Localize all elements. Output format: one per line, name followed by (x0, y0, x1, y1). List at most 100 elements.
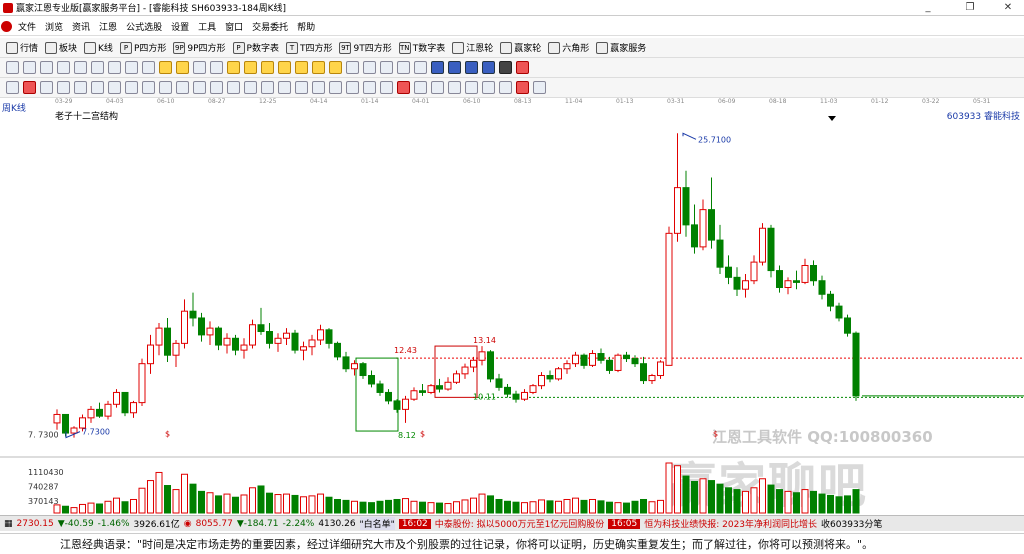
gann-tool-28-icon[interactable] (465, 81, 478, 94)
window-icon[interactable] (516, 61, 529, 74)
gann-tool-1-icon[interactable] (6, 81, 19, 94)
toolbar-10-button[interactable]: 赢家轮 (500, 41, 541, 54)
menu-window[interactable]: 窗口 (225, 20, 243, 33)
toolbar-6-button[interactable]: T T四方形 (285, 41, 332, 54)
zoom-in-icon[interactable] (23, 61, 36, 74)
gann-tool-11-icon[interactable] (176, 81, 189, 94)
gann-tool-17-icon[interactable] (278, 81, 291, 94)
gann-tool-29-icon[interactable] (482, 81, 495, 94)
crosshair-tool-icon[interactable] (363, 61, 376, 74)
menu-file[interactable]: 文件 (18, 20, 36, 33)
gann-tool-14-icon[interactable] (227, 81, 240, 94)
channel-tool-icon[interactable] (91, 61, 104, 74)
whitelist-tag[interactable]: "白名单" (359, 517, 395, 530)
gann-tool-23-icon[interactable] (380, 81, 393, 94)
gann-tool-15-icon[interactable] (244, 81, 257, 94)
gann-tool-2-icon[interactable] (23, 81, 36, 94)
gann-tool-27-icon[interactable] (448, 81, 461, 94)
toolbar-7-button[interactable]: 9T 9T四方形 (339, 41, 392, 54)
play-forward-icon[interactable] (210, 61, 223, 74)
gann-tool-20-icon[interactable] (329, 81, 342, 94)
calendar-icon[interactable] (431, 61, 444, 74)
gann-tool-13-icon[interactable] (210, 81, 223, 94)
arrow-left-icon[interactable] (159, 61, 172, 74)
volume-bar (818, 493, 826, 514)
diamond-tool-7-icon[interactable] (329, 61, 342, 74)
menu-gann[interactable]: 江恩 (99, 20, 117, 33)
gann-tool-18-icon[interactable] (295, 81, 308, 94)
news-ticker-1[interactable]: 中泰股份: 拟以5000万元至1亿元回购股份 (435, 517, 605, 530)
minimize-button[interactable]: _ (913, 0, 943, 16)
gann-tool-24-icon[interactable] (397, 81, 410, 94)
gann-circle-icon[interactable] (516, 81, 529, 94)
diamond-tool-6-icon[interactable] (312, 61, 325, 74)
gann-tool-16-icon[interactable] (261, 81, 274, 94)
fib-tool-icon[interactable] (108, 61, 121, 74)
diamond-tool-4-icon[interactable] (278, 61, 291, 74)
gann-tool-6-icon[interactable] (91, 81, 104, 94)
gann-tool-25-icon[interactable] (414, 81, 427, 94)
toolbar-8-button[interactable]: TN T数字表 (398, 41, 445, 54)
gann-tool-30-icon[interactable] (499, 81, 512, 94)
gann-tool-19-icon[interactable] (312, 81, 325, 94)
play-back-icon[interactable] (193, 61, 206, 74)
flag-tool-icon[interactable] (142, 61, 155, 74)
volume-bar (155, 471, 163, 514)
diamond-tool-5-icon[interactable] (295, 61, 308, 74)
ray-tool-icon[interactable] (74, 61, 87, 74)
gann-tool-9-icon[interactable] (142, 81, 155, 94)
gann-tool-8-icon[interactable] (125, 81, 138, 94)
tick-detail-link[interactable]: 收603933分笔 (821, 517, 882, 530)
infinity-icon[interactable] (533, 81, 546, 94)
candle-body (648, 375, 656, 382)
menu-browse[interactable]: 浏览 (45, 20, 63, 33)
toolbar-0-button[interactable]: 行情 (6, 41, 38, 54)
save-chart-icon[interactable] (448, 61, 461, 74)
print-icon[interactable] (465, 61, 478, 74)
close-button[interactable]: ✕ (993, 0, 1023, 16)
gann-tool-21-icon[interactable] (346, 81, 359, 94)
gann-tool-4-icon[interactable] (57, 81, 70, 94)
text-tool-icon[interactable] (380, 61, 393, 74)
menu-news[interactable]: 资讯 (72, 20, 90, 33)
eraser-tool-icon[interactable] (397, 61, 410, 74)
gann-tool-22-icon[interactable] (363, 81, 376, 94)
gann-tool-5-icon[interactable] (74, 81, 87, 94)
gann-tool-10-icon[interactable] (159, 81, 172, 94)
gann-tool-3-icon[interactable] (40, 81, 53, 94)
toolbar-11-button[interactable]: 六角形 (548, 41, 589, 54)
kline-chart[interactable]: 25.7100 7.7300 7. 7300 12.43 8.12 13.14 10.11 $… (0, 95, 1024, 515)
gann-tool-7-icon[interactable] (108, 81, 121, 94)
gann-tool-12-icon[interactable] (193, 81, 206, 94)
diamond-tool-3-icon[interactable] (261, 61, 274, 74)
cycle-tool-icon[interactable] (125, 61, 138, 74)
app-menu-icon[interactable] (1, 21, 12, 32)
export-icon[interactable] (482, 61, 495, 74)
zoom-out-icon[interactable] (40, 61, 53, 74)
diamond-tool-2-icon[interactable] (244, 61, 257, 74)
toolbar-1-button[interactable]: 板块 (45, 41, 77, 54)
menu-settings[interactable]: 设置 (171, 20, 189, 33)
restore-button[interactable]: ❐ (955, 0, 985, 16)
menu-help[interactable]: 帮助 (297, 20, 315, 33)
menu-formula[interactable]: 公式选股 (126, 20, 162, 33)
candle-body (597, 353, 605, 361)
menu-tools[interactable]: 工具 (198, 20, 216, 33)
diamond-tool-1-icon[interactable] (227, 61, 240, 74)
toolbar-3-button[interactable]: P P四方形 (119, 41, 166, 54)
menu-trade[interactable]: 交易委托 (252, 20, 288, 33)
toolbar-12-button[interactable]: 赢家服务 (596, 41, 646, 54)
hand-tool-icon[interactable] (346, 61, 359, 74)
gann-tool-26-icon[interactable] (431, 81, 444, 94)
toolbar-9-button[interactable]: 江恩轮 (452, 41, 493, 54)
layout-icon[interactable] (499, 61, 512, 74)
toolbar-5-button[interactable]: P P数字表 (232, 41, 279, 54)
toolbar-4-button[interactable]: 9P 9P四方形 (173, 41, 226, 54)
arrow-right-icon[interactable] (176, 61, 189, 74)
gear-tool-icon[interactable] (414, 61, 427, 74)
news-ticker-2[interactable]: 恒为科技业绩快报: 2023年净利润同比增长 (644, 517, 817, 530)
toolbar-2-button[interactable]: K线 (84, 41, 113, 54)
sz-index-change: ▼-184.71 (236, 518, 279, 529)
line-tool-icon[interactable] (57, 61, 70, 74)
cursor-tool-icon[interactable] (6, 61, 19, 74)
